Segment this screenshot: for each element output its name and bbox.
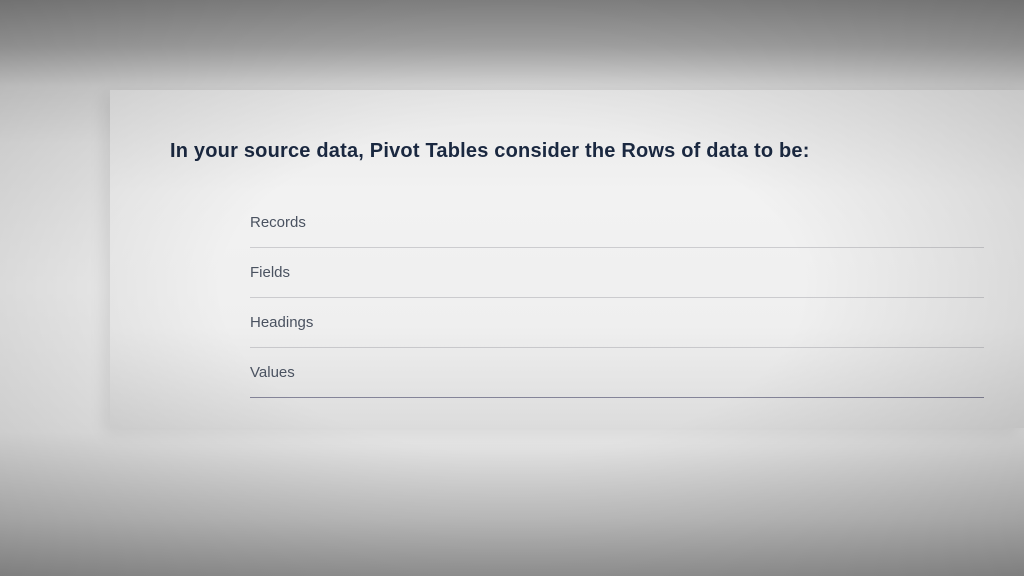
answer-options: Records Fields Headings Values (250, 198, 984, 398)
option-headings[interactable]: Headings (250, 298, 984, 348)
option-fields[interactable]: Fields (250, 248, 984, 298)
option-records[interactable]: Records (250, 198, 984, 248)
question-paper: In your source data, Pivot Tables consid… (110, 90, 1024, 428)
option-values[interactable]: Values (250, 348, 984, 398)
question-text: In your source data, Pivot Tables consid… (170, 140, 984, 163)
